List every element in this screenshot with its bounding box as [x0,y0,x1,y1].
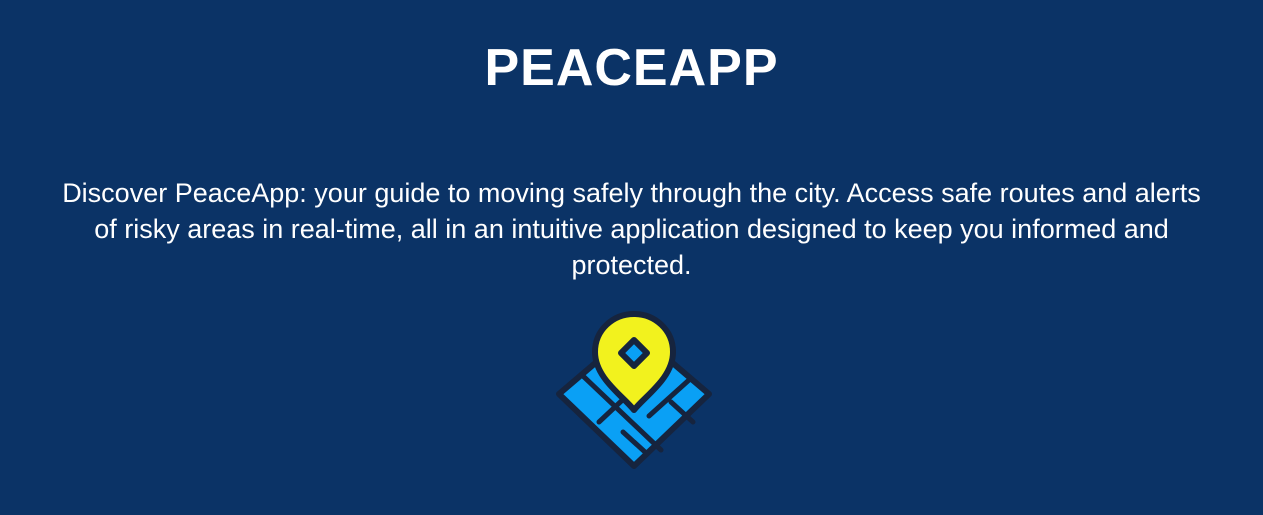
page-title: PEACEAPP [484,39,779,97]
landing-page: PEACEAPP Discover PeaceApp: your guide t… [0,0,1263,515]
map-pin-icon [556,311,712,469]
app-description: Discover PeaceApp: your guide to moving … [62,178,1201,280]
